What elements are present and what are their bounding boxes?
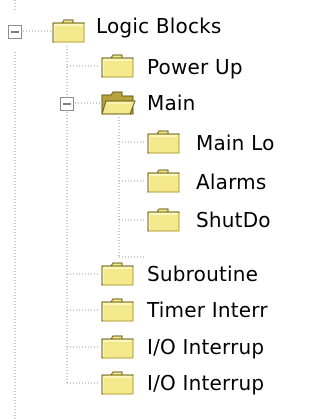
folder-closed-icon	[100, 370, 136, 396]
folder-closed-icon	[51, 18, 87, 44]
tree-node-label: I/O Interrup	[147, 371, 265, 395]
collapse-icon[interactable]	[60, 96, 74, 111]
folder-closed-icon	[100, 53, 136, 79]
tree-node-label: Power Up	[147, 55, 243, 79]
tree-node-label: Timer Interr	[147, 298, 268, 322]
folder-closed-icon	[100, 334, 136, 360]
folder-closed-icon	[100, 297, 136, 323]
tree-node-label: Alarms	[196, 170, 267, 194]
tree-node-label: Main Lo	[196, 131, 275, 155]
tree-node-label: ShutDo	[196, 208, 271, 232]
folder-closed-icon	[146, 207, 182, 233]
tree-node-label: Logic Blocks	[96, 14, 222, 38]
tree-view[interactable]: Logic Blocks Power Up Main Main Lo Alarms Shu…	[0, 0, 293, 419]
collapse-icon[interactable]	[8, 24, 22, 39]
folder-closed-icon	[146, 129, 182, 155]
tree-node-label: Main	[147, 91, 196, 115]
folder-open-icon	[100, 90, 136, 116]
tree-node-label: I/O Interrup	[147, 335, 265, 359]
folder-closed-icon	[146, 168, 182, 194]
folder-closed-icon	[100, 261, 136, 287]
tree-node-label: Subroutine	[147, 262, 259, 286]
